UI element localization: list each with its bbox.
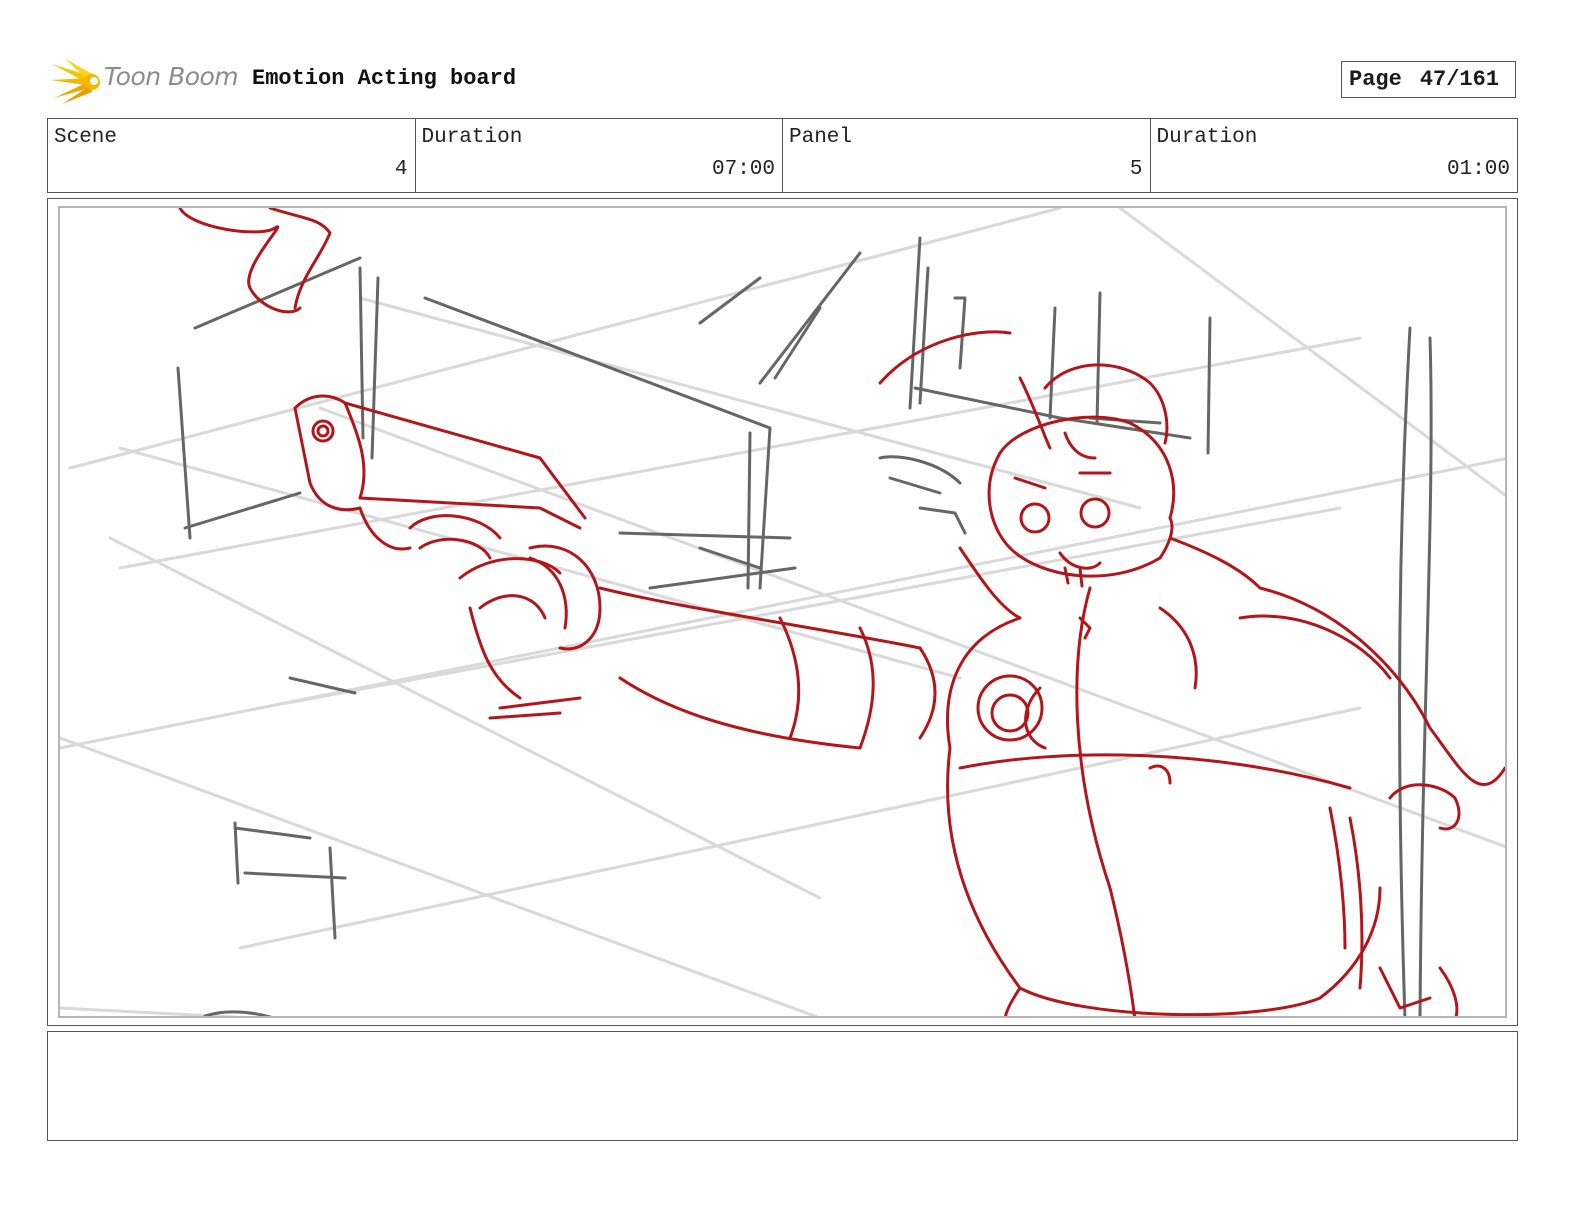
panel-info-row: Scene 4 Duration 07:00 Panel 5 Duration … (47, 118, 1518, 193)
scene-value: 4 (394, 158, 408, 181)
scene-cell: Scene 4 (48, 119, 416, 192)
page-indicator: Page 47/161 (1341, 61, 1516, 98)
panel-duration-value: 01:00 (1446, 158, 1510, 181)
page-label: Page (1349, 67, 1402, 92)
character-sketch (178, 208, 1505, 1016)
storyboard-sketch (60, 208, 1505, 1016)
perspective-guides (60, 208, 1505, 1016)
scene-duration-label: Duration (421, 126, 523, 149)
scene-label: Scene (54, 126, 118, 149)
panel-cell: Panel 5 (783, 119, 1151, 192)
notes-box (47, 1031, 1518, 1141)
panel-duration-cell: Duration 01:00 (1151, 119, 1518, 192)
scene-duration-cell: Duration 07:00 (416, 119, 783, 192)
panel-label: Panel (789, 126, 853, 149)
page-number: 47/161 (1419, 67, 1500, 92)
panel-image (58, 206, 1507, 1018)
panel-frame (47, 198, 1518, 1026)
panel-value: 5 (1129, 158, 1143, 181)
panel-duration-label: Duration (1156, 126, 1258, 149)
scene-duration-value: 07:00 (711, 158, 775, 181)
logo-text: Toon Boom (104, 62, 239, 91)
board-title: Emotion Acting board (252, 66, 517, 91)
